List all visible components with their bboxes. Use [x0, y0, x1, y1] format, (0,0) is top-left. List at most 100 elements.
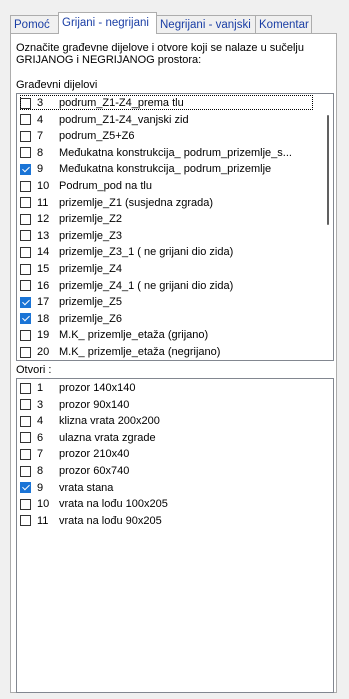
item-label: prizemlje_Z2 — [59, 213, 122, 226]
item-label: prozor 90x140 — [59, 398, 130, 411]
checklist-row[interactable]: 7 podrum_Z5+Z6 — [19, 128, 315, 144]
checklist-row[interactable]: 10 vrata na lođu 100x205 — [19, 496, 315, 512]
item-label: prizemlje_Z1 (susjedna zgrada) — [59, 196, 214, 209]
tab-negrijani-vanjski[interactable]: Negrijani - vanjski — [156, 15, 256, 33]
item-number: 13 — [37, 229, 50, 242]
checkbox-checked[interactable] — [20, 482, 31, 494]
item-number: 4 — [37, 113, 44, 126]
checkbox-checked[interactable] — [20, 163, 31, 175]
tab-grijani-negrijani[interactable]: Grijani - negrijani — [58, 12, 157, 34]
checklist-row[interactable]: 9 Međukatna konstrukcija_ podrum_prizemlj… — [19, 161, 315, 177]
checkbox-unchecked[interactable] — [20, 415, 31, 427]
checkbox-unchecked[interactable] — [20, 97, 31, 109]
vertical-scrollbar[interactable] — [316, 95, 332, 359]
checklist-row[interactable]: 20 M.K_ prizemlje_etaža (negrijano) — [19, 344, 315, 360]
item-number: 8 — [37, 465, 44, 477]
item-label: prozor 60x740 — [59, 465, 130, 477]
checkbox-unchecked[interactable] — [20, 399, 31, 411]
item-number: 20 — [37, 346, 50, 358]
item-label: prizemlje_Z5 — [59, 296, 122, 309]
scrollbar-thumb[interactable] — [327, 115, 329, 225]
item-label: Podrum_pod na tlu — [59, 180, 152, 192]
item-label: podrum_Z1-Z4_prema tlu — [59, 97, 184, 109]
checklist-row[interactable]: 9 vrata stana — [19, 480, 315, 496]
item-label: podrum_Z1-Z4_vanjski zid — [59, 113, 189, 126]
checkbox-checked[interactable] — [20, 313, 31, 325]
checklist-row[interactable]: 8 Međukatna konstrukcija_ podrum_prizemlj… — [19, 145, 315, 161]
checkbox-unchecked[interactable] — [20, 230, 31, 242]
checkbox-unchecked[interactable] — [20, 114, 31, 126]
item-number: 16 — [37, 279, 50, 292]
item-number: 9 — [37, 481, 44, 494]
item-label: prizemlje_Z6 — [59, 312, 122, 325]
checklist-row[interactable]: 4 klizna vrata 200x200 — [19, 413, 315, 429]
item-label: Međukatna konstrukcija_ podrum_prizemlje… — [59, 146, 292, 159]
checkbox-checked[interactable] — [20, 296, 31, 308]
checklist-row[interactable]: 8 prozor 60x740 — [19, 463, 315, 479]
item-label: podrum_Z5+Z6 — [59, 130, 135, 143]
item-number: 18 — [37, 312, 50, 325]
item-number: 7 — [37, 130, 44, 143]
checkbox-unchecked[interactable] — [20, 180, 31, 192]
checklist-row[interactable]: 17 prizemlje_Z5 — [19, 294, 315, 310]
checklist-row[interactable]: 13 prizemlje_Z3 — [19, 228, 315, 244]
item-number: 12 — [37, 213, 50, 226]
checkbox-unchecked[interactable] — [20, 280, 31, 292]
checklist-row[interactable]: 4 podrum_Z1-Z4_vanjski zid — [19, 112, 315, 128]
item-number: 9 — [37, 163, 44, 176]
tab-pomoc[interactable]: Pomoć — [10, 15, 59, 33]
instruction-line-2: GRIJANOG i NEGRIJANOG prostora: — [16, 54, 202, 66]
checklist-row[interactable]: 3 prozor 90x140 — [19, 397, 315, 413]
checkbox-unchecked[interactable] — [20, 130, 31, 142]
item-label: M.K_ prizemlje_etaža (grijano) — [59, 329, 209, 342]
item-label: prizemlje_Z3_1 ( ne grijani dio zida) — [59, 246, 234, 259]
item-label: klizna vrata 200x200 — [59, 415, 160, 428]
openings-group-label: Otvori : — [16, 364, 52, 376]
checklist-row[interactable]: 15 prizemlje_Z4 — [19, 261, 315, 277]
checklist-row[interactable]: 16 prizemlje_Z4_1 ( ne grijani dio zida) — [19, 278, 315, 294]
checkbox-unchecked[interactable] — [20, 515, 31, 527]
item-label: M.K_ prizemlje_etaža (negrijano) — [59, 346, 221, 358]
checkbox-unchecked[interactable] — [20, 147, 31, 159]
checkbox-unchecked[interactable] — [20, 432, 31, 444]
checkbox-unchecked[interactable] — [20, 263, 31, 275]
item-label: vrata na lođu 100x205 — [59, 498, 168, 511]
item-number: 3 — [37, 97, 44, 109]
item-label: ulazna vrata zgrade — [59, 431, 156, 444]
item-number: 8 — [37, 146, 44, 159]
openings-checklist[interactable]: 1 prozor 140x140 3 prozor 90x140 4 klizna vra… — [16, 378, 334, 693]
item-number: 10 — [37, 498, 50, 511]
item-number: 11 — [37, 514, 49, 527]
item-number: 15 — [37, 263, 50, 275]
checklist-row[interactable]: 11 vrata na lođu 90x205 — [19, 513, 315, 529]
checklist-row[interactable]: 19 M.K_ prizemlje_etaža (grijano) — [19, 327, 315, 343]
item-number: 3 — [37, 398, 44, 411]
elements-checklist[interactable]: 3 podrum_Z1-Z4_prema tlu 4 podrum_Z1-Z4_van… — [16, 93, 334, 361]
checklist-row[interactable]: 6 ulazna vrata zgrade — [19, 430, 315, 446]
checklist-row[interactable]: 18 prizemlje_Z6 — [19, 311, 315, 327]
checklist-row[interactable]: 11 prizemlje_Z1 (susjedna zgrada) — [19, 195, 315, 211]
item-label: prizemlje_Z4_1 ( ne grijani dio zida) — [59, 279, 234, 292]
item-number: 14 — [37, 246, 50, 259]
checkbox-unchecked[interactable] — [20, 465, 31, 477]
checklist-row[interactable]: 12 prizemlje_Z2 — [19, 211, 315, 227]
checkbox-unchecked[interactable] — [20, 448, 31, 460]
item-number: 10 — [37, 180, 50, 192]
checklist-row[interactable]: 14 prizemlje_Z3_1 ( ne grijani dio zida) — [19, 244, 315, 260]
checkbox-unchecked[interactable] — [20, 329, 31, 341]
instruction-text: Označite građevne dijelove i otvore koji… — [16, 42, 336, 66]
checkbox-unchecked[interactable] — [20, 382, 31, 394]
instruction-line-1: Označite građevne dijelove i otvore koji… — [16, 42, 304, 54]
checklist-row[interactable]: 7 prozor 210x40 — [19, 446, 315, 462]
tab-komentar[interactable]: Komentar — [255, 15, 312, 33]
checkbox-unchecked[interactable] — [20, 498, 31, 510]
item-number: 11 — [37, 196, 49, 209]
checkbox-unchecked[interactable] — [20, 346, 31, 358]
checklist-row[interactable]: 10 Podrum_pod na tlu — [19, 178, 315, 194]
checklist-row[interactable]: 3 podrum_Z1-Z4_prema tlu — [19, 95, 315, 111]
checkbox-unchecked[interactable] — [20, 197, 31, 209]
item-label: prozor 140x140 — [59, 382, 136, 394]
checklist-row[interactable]: 1 prozor 140x140 — [19, 380, 315, 396]
checkbox-unchecked[interactable] — [20, 213, 31, 225]
checkbox-unchecked[interactable] — [20, 246, 31, 258]
